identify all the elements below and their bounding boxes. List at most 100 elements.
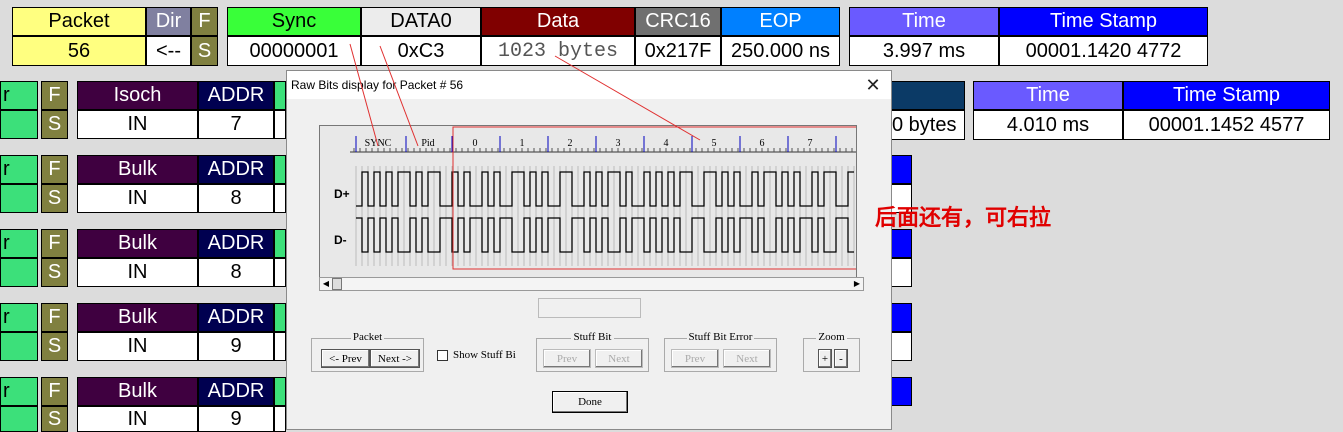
row-addr-header: ADDR bbox=[198, 377, 274, 406]
ruler-label: 6 bbox=[760, 138, 765, 149]
row-white-cap bbox=[274, 332, 286, 361]
show-stuff-bits-label: Show Stuff Bi bbox=[453, 349, 516, 361]
scroll-left-arrow[interactable]: ◀ bbox=[320, 278, 332, 290]
scroll-thumb[interactable] bbox=[332, 278, 342, 290]
row-right-value bbox=[892, 258, 912, 287]
row-s-value: S bbox=[41, 110, 68, 139]
done-button[interactable]: Done bbox=[552, 391, 628, 413]
row-addr-header: ADDR bbox=[198, 81, 274, 110]
row-dir-value[interactable]: IN bbox=[77, 184, 198, 213]
row-dir-value[interactable]: IN bbox=[77, 110, 198, 139]
row-f-header: F bbox=[41, 81, 68, 110]
row-r-header: r bbox=[0, 155, 38, 184]
row-f-header: F bbox=[41, 155, 68, 184]
zoom-in-button[interactable]: + bbox=[818, 349, 832, 368]
time-header: Time bbox=[849, 7, 999, 36]
dplus-waveform bbox=[356, 171, 854, 207]
row-addr-header: ADDR bbox=[198, 303, 274, 332]
row-s-value: S bbox=[41, 258, 68, 287]
row-s-value: S bbox=[41, 406, 68, 432]
row-dir-value[interactable]: IN bbox=[77, 258, 198, 287]
stuff-bit-group: Stuff Bit Prev Next bbox=[536, 331, 649, 372]
dminus-label: D- bbox=[334, 233, 347, 247]
packet-group-label: Packet bbox=[350, 331, 385, 343]
row-green-cap bbox=[274, 155, 286, 184]
scroll-right-arrow[interactable]: ▶ bbox=[851, 278, 863, 290]
row-white-cap bbox=[274, 258, 286, 287]
dminus-waveform bbox=[356, 217, 854, 253]
stuff-bit-error-group-label: Stuff Bit Error bbox=[686, 331, 755, 343]
data0-value: 0xC3 bbox=[361, 36, 481, 66]
row-green-fill bbox=[0, 110, 38, 139]
row-type-header[interactable]: Bulk bbox=[77, 229, 198, 258]
packet-prev-button[interactable]: <- Prev bbox=[321, 349, 370, 368]
dplus-label: D+ bbox=[334, 187, 350, 201]
ruler-label: 3 bbox=[616, 138, 621, 149]
row-r-header: r bbox=[0, 81, 38, 110]
f-header: F bbox=[191, 7, 218, 36]
row1-timestamp-value: 00001.1452 4577 bbox=[1123, 110, 1330, 140]
row-addr-value: 9 bbox=[198, 406, 274, 432]
row1-time-value: 4.010 ms bbox=[973, 110, 1123, 140]
ruler-label: 2 bbox=[568, 138, 573, 149]
ruler-label: 5 bbox=[712, 138, 717, 149]
row-type-header[interactable]: Isoch bbox=[77, 81, 198, 110]
packet-number[interactable]: 56 bbox=[12, 36, 146, 66]
row-addr-value: 7 bbox=[198, 110, 274, 139]
show-stuff-bits-checkbox[interactable] bbox=[437, 350, 448, 361]
waveform-scrollbar[interactable]: ◀ ▶ bbox=[319, 277, 864, 291]
row-green-cap bbox=[274, 303, 286, 332]
zoom-out-button[interactable]: - bbox=[834, 349, 848, 368]
stuff-bit-next-button[interactable]: Next bbox=[595, 349, 643, 368]
stuff-err-prev-button[interactable]: Prev bbox=[671, 349, 719, 368]
data-value[interactable]: 1023 bytes bbox=[481, 36, 635, 66]
row-green-cap bbox=[274, 81, 286, 110]
crc16-value: 0x217F bbox=[635, 36, 721, 66]
annotation-text: 后面还有，可右拉 bbox=[875, 206, 1052, 231]
close-icon[interactable]: ✕ bbox=[861, 73, 885, 97]
row-f-header: F bbox=[41, 229, 68, 258]
s-value: S bbox=[191, 36, 218, 66]
ruler-label: 7 bbox=[808, 138, 813, 149]
row-type-header[interactable]: Bulk bbox=[77, 377, 198, 406]
row-addr-value: 9 bbox=[198, 332, 274, 361]
row1-timestamp-header: Time Stamp bbox=[1123, 81, 1330, 110]
sync-value: 00000001 bbox=[227, 36, 361, 66]
timestamp-header: Time Stamp bbox=[999, 7, 1208, 36]
row-green-cap bbox=[274, 229, 286, 258]
row-dir-value[interactable]: IN bbox=[77, 332, 198, 361]
row-dir-value[interactable]: IN bbox=[77, 406, 198, 432]
waveform-panel[interactable]: SYNC Pid 0 1 2 3 4 5 6 7 D+ D- bbox=[319, 125, 857, 278]
row-green-fill bbox=[0, 332, 38, 361]
row-type-header[interactable]: Bulk bbox=[77, 303, 198, 332]
row-right-header bbox=[892, 303, 912, 332]
packet-next-button[interactable]: Next -> bbox=[370, 349, 420, 368]
row-r-header: r bbox=[0, 377, 38, 406]
row-addr-header: ADDR bbox=[198, 229, 274, 258]
row-green-fill bbox=[0, 406, 38, 432]
dialog-title: Raw Bits display for Packet # 56 bbox=[287, 71, 891, 99]
stuff-bit-group-label: Stuff Bit bbox=[571, 331, 614, 343]
packet-group: Packet <- Prev Next -> bbox=[311, 331, 424, 372]
zoom-group-label: Zoom bbox=[816, 331, 847, 343]
row-f-header: F bbox=[41, 303, 68, 332]
timestamp-value: 00001.1420 4772 bbox=[999, 36, 1208, 66]
packet-header: Packet bbox=[12, 7, 146, 36]
row-type-header[interactable]: Bulk bbox=[77, 155, 198, 184]
row-green-fill bbox=[0, 258, 38, 287]
row-addr-value: 8 bbox=[198, 258, 274, 287]
row-s-value: S bbox=[41, 184, 68, 213]
stuff-err-next-button[interactable]: Next bbox=[723, 349, 771, 368]
row-green-cap bbox=[274, 377, 286, 406]
row-r-header: r bbox=[0, 229, 38, 258]
row-green-fill bbox=[0, 184, 38, 213]
waveform-svg: SYNC Pid 0 1 2 3 4 5 6 7 D+ D- bbox=[334, 126, 856, 270]
row-white-cap bbox=[274, 110, 286, 139]
raw-bits-dialog: Raw Bits display for Packet # 56 ✕ SYNC P… bbox=[286, 70, 892, 430]
row-addr-header: ADDR bbox=[198, 155, 274, 184]
stuff-bit-prev-button[interactable]: Prev bbox=[543, 349, 591, 368]
data-header: Data bbox=[481, 7, 635, 36]
row-right-header bbox=[892, 155, 912, 184]
row-addr-value: 8 bbox=[198, 184, 274, 213]
ruler-label: 1 bbox=[520, 138, 525, 149]
